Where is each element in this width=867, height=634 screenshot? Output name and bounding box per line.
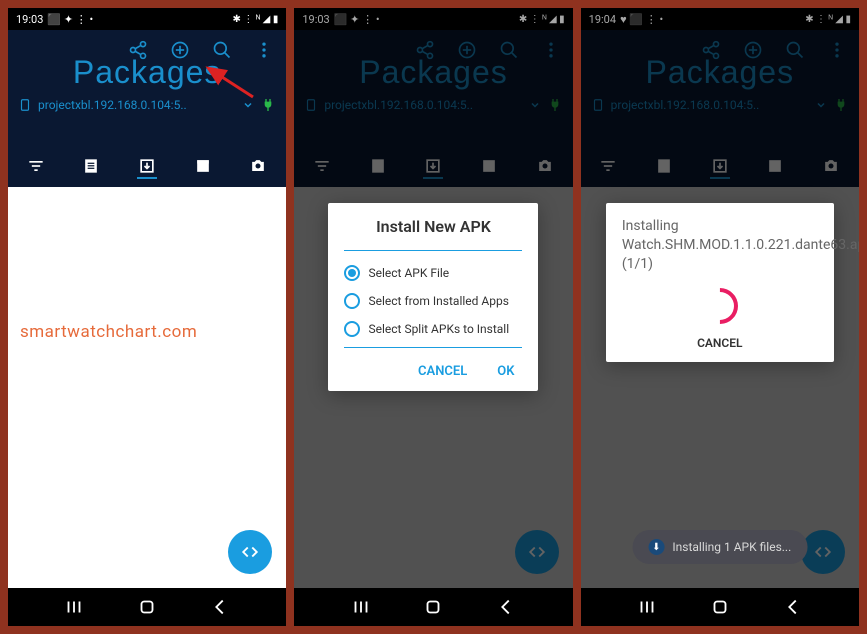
radio-icon	[344, 293, 360, 309]
tab-download-icon[interactable]	[137, 159, 157, 179]
chevron-down-icon[interactable]	[242, 99, 254, 111]
device-icon	[18, 98, 32, 112]
dialog-overlay[interactable]: Install New APK Select APK File Select f…	[294, 8, 572, 626]
plug-icon[interactable]	[260, 97, 276, 113]
install-apk-dialog: Install New APK Select APK File Select f…	[328, 203, 538, 391]
toast-package-icon: ⬇	[648, 539, 664, 555]
nav-back-icon[interactable]	[209, 596, 231, 618]
content-area: smartwatchchart.com	[8, 187, 286, 588]
menu-dots-icon[interactable]	[254, 40, 274, 60]
nav-bar	[581, 588, 859, 626]
progress-text: Installing Watch.SHM.MOD.1.1.0.221.dante…	[622, 217, 818, 274]
status-bar: 19:03 ⬛ ✦ ⋮ • ✱ ⋮ ᴺ ◢ ▮	[8, 8, 286, 30]
app-title: Packages	[8, 54, 286, 91]
tab-window-icon[interactable]	[193, 156, 213, 176]
nav-recents-icon[interactable]	[350, 596, 372, 618]
radio-icon	[344, 265, 360, 281]
nav-home-icon[interactable]	[136, 596, 158, 618]
nav-home-icon[interactable]	[709, 596, 731, 618]
screen-2: 19:03 ⬛ ✦ ⋮ • ✱ ⋮ ᴺ ◢ ▮ Packages project…	[294, 8, 572, 626]
screen-3: 19:04 ♥ ⬛ ⋮ • ✱ ⋮ ᴺ ◢ ▮ Packages project…	[581, 8, 859, 626]
nav-recents-icon[interactable]	[636, 596, 658, 618]
dialog-divider	[344, 250, 522, 251]
progress-dialog: Installing Watch.SHM.MOD.1.1.0.221.dante…	[606, 203, 834, 362]
app-header: Packages projectxbl.192.168.0.104:5..	[8, 30, 286, 143]
nav-back-icon[interactable]	[495, 596, 517, 618]
cancel-button[interactable]: CANCEL	[622, 336, 818, 350]
nav-bar	[8, 588, 286, 626]
dialog-title: Install New APK	[344, 217, 522, 246]
fab-code-button[interactable]	[228, 530, 272, 574]
status-notif-icons: ⬛ ✦ ⋮ •	[47, 13, 93, 26]
radio-select-apk-file[interactable]: Select APK File	[344, 259, 522, 287]
nav-recents-icon[interactable]	[63, 596, 85, 618]
ok-button[interactable]: OK	[497, 364, 514, 379]
nav-back-icon[interactable]	[782, 596, 804, 618]
radio-label: Select Split APKs to Install	[368, 322, 509, 336]
radio-select-installed[interactable]: Select from Installed Apps	[344, 287, 522, 315]
watermark: smartwatchchart.com	[20, 322, 197, 342]
status-time: 19:03	[16, 13, 43, 26]
radio-label: Select from Installed Apps	[368, 294, 508, 308]
screen-1: 19:03 ⬛ ✦ ⋮ • ✱ ⋮ ᴺ ◢ ▮ Packages project…	[8, 8, 286, 626]
radio-label: Select APK File	[368, 266, 449, 280]
tab-bar	[8, 143, 286, 187]
radio-icon	[344, 321, 360, 337]
cancel-button[interactable]: CANCEL	[418, 364, 467, 379]
tab-page-icon[interactable]	[81, 156, 101, 176]
connection-text[interactable]: projectxbl.192.168.0.104:5..	[38, 98, 236, 112]
toast: ⬇ Installing 1 APK files...	[632, 530, 807, 564]
nav-home-icon[interactable]	[422, 596, 444, 618]
tab-filter-icon[interactable]	[26, 156, 46, 176]
status-right-icons: ✱ ⋮ ᴺ ◢ ▮	[233, 14, 279, 25]
nav-bar	[294, 588, 572, 626]
dialog-divider	[344, 347, 522, 348]
radio-select-split[interactable]: Select Split APKs to Install	[344, 315, 522, 343]
toast-text: Installing 1 APK files...	[672, 540, 791, 554]
tab-camera-icon[interactable]	[248, 156, 268, 176]
spinner-icon	[694, 280, 745, 331]
